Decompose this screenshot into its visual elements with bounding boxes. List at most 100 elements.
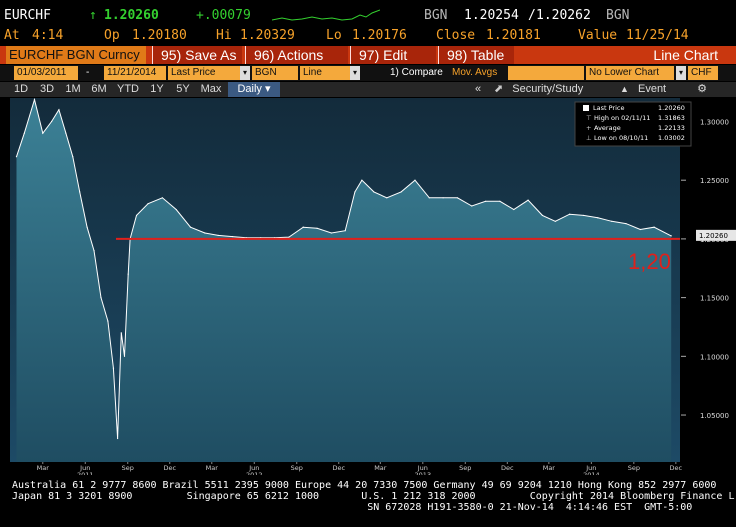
data-point	[58, 109, 60, 111]
data-point	[456, 197, 459, 199]
last-price-tag-text: 1.20260	[699, 232, 728, 240]
currency-field[interactable]: CHF	[688, 66, 718, 80]
y-tick-label: 1.30000	[700, 118, 729, 126]
quote-time: 4:14	[32, 28, 64, 43]
range-1m-button[interactable]: 1M	[62, 82, 84, 97]
price-change: +.00079	[196, 8, 251, 23]
range-6m-button[interactable]: 6M	[88, 82, 110, 97]
x-tick-label: Mar	[543, 464, 556, 472]
y-axis: 1.300001.250001.200001.150001.100001.050…	[681, 118, 729, 420]
range-5y-button[interactable]: 5Y	[172, 82, 194, 97]
actions-menu-button[interactable]: 96) Actions	[245, 46, 348, 64]
data-point	[42, 132, 44, 134]
range-1y-button[interactable]: 1Y	[146, 82, 168, 97]
period-select[interactable]: Daily ▾	[228, 82, 280, 97]
data-point	[123, 355, 126, 357]
chevron-down-icon[interactable]: ▾	[350, 66, 360, 80]
time-label: At	[4, 28, 20, 43]
x-year-label: 2011	[77, 471, 94, 475]
data-point	[414, 179, 416, 181]
x-tick-label: Mar	[206, 464, 219, 472]
chevron-down-icon: ▾	[264, 83, 271, 95]
data-point	[288, 236, 290, 238]
data-point	[513, 208, 515, 211]
period-label: Daily	[237, 83, 262, 95]
event-icon: ▲	[620, 84, 629, 94]
data-point	[120, 332, 122, 334]
data-point	[344, 230, 346, 232]
data-point	[93, 250, 95, 252]
chevron-down-icon[interactable]: ▾	[676, 66, 686, 80]
price-chart[interactable]: 1,20 1.300001.250001.200001.150001.10000…	[0, 98, 736, 475]
table-button[interactable]: 98) Table	[438, 46, 514, 64]
legend-average-value: 1.22133	[658, 124, 685, 132]
data-point	[471, 205, 473, 207]
settings-gear-icon[interactable]: ⚙	[692, 82, 712, 97]
price-field-select[interactable]: Last Price	[168, 66, 240, 80]
end-date-field[interactable]: 11/21/2014	[104, 66, 166, 80]
x-tick-label: Mar	[374, 464, 387, 472]
data-point	[86, 226, 88, 228]
chevron-down-icon[interactable]: ▾	[240, 66, 250, 80]
line-style-select[interactable]: Line	[300, 66, 350, 80]
data-point	[597, 217, 599, 219]
footer-session-line: SN 672028 H191-3580-0 21-Nov-14 4:14:46 …	[12, 502, 693, 513]
legend-high: High on 02/11/11	[594, 114, 650, 122]
close-price: 1.20181	[486, 28, 541, 43]
data-point	[569, 213, 571, 215]
data-point	[373, 191, 375, 193]
x-year-label: 2014	[583, 471, 600, 475]
data-point	[204, 232, 206, 234]
data-point	[316, 227, 318, 229]
edit-menu-button[interactable]: 97) Edit	[350, 46, 436, 64]
data-point	[161, 197, 163, 199]
range-max-button[interactable]: Max	[198, 82, 224, 97]
data-point	[541, 214, 543, 217]
data-point	[625, 223, 627, 225]
y-tick-label: 1.10000	[700, 353, 729, 361]
start-date-field[interactable]: 01/03/2011	[14, 66, 78, 80]
legend-low-marker-icon: ⊥	[586, 134, 592, 142]
value-date: 11/25/14	[626, 28, 689, 43]
data-point	[33, 99, 36, 101]
compare-button[interactable]: 1) Compare	[390, 66, 450, 80]
x-tick-label: Sep	[291, 464, 303, 472]
data-point	[400, 191, 402, 193]
blank-field[interactable]	[508, 66, 584, 80]
save-as-button[interactable]: 95) Save As	[152, 46, 242, 64]
data-point	[15, 156, 18, 158]
low-price: 1.20176	[352, 28, 407, 43]
data-point	[107, 320, 109, 322]
y-tick-label: 1.25000	[700, 177, 729, 185]
quote-details: At 4:14 Op 1.20180 Hi 1.20329 Lo 1.20176…	[0, 28, 736, 44]
footer-phones-line-2: Japan 81 3 3201 8900 Singapore 65 6212 1…	[12, 491, 736, 502]
x-year-label: 2013	[415, 471, 432, 475]
range-ytd-button[interactable]: YTD	[114, 82, 142, 97]
data-point	[485, 200, 487, 202]
legend-average-marker-icon: +	[586, 124, 591, 132]
security-study-button[interactable]: ⬈ Security/Study	[494, 82, 610, 97]
event-button[interactable]: ▲ Event	[620, 82, 682, 97]
date-range-dash: -	[86, 67, 90, 78]
chart-parameters: 01/03/2011 - 11/21/2014 Last Price ▾ BGN…	[0, 65, 736, 81]
legend-low: Low on 08/10/11	[594, 134, 648, 142]
footer: Australia 61 2 9777 8600 Brazil 5511 239…	[0, 480, 736, 513]
collapse-icon[interactable]: «	[470, 82, 486, 97]
data-point	[175, 208, 177, 211]
range-3d-button[interactable]: 3D	[36, 82, 58, 97]
source-field[interactable]: BGN	[252, 66, 298, 80]
data-point	[670, 235, 672, 237]
mov-avgs-button[interactable]: Mov. Avgs	[452, 66, 506, 80]
x-tick-label: Dec	[163, 464, 176, 472]
x-year-label: 2012	[246, 471, 263, 475]
security-ticker-field[interactable]: EURCHF BGN Curncy	[6, 46, 146, 64]
ticker-symbol[interactable]: EURCHF	[4, 8, 51, 24]
data-point	[50, 120, 53, 123]
data-point	[527, 199, 529, 201]
range-1d-button[interactable]: 1D	[10, 82, 32, 97]
data-point	[217, 234, 219, 236]
data-point	[79, 191, 81, 193]
lower-chart-select[interactable]: No Lower Chart	[586, 66, 674, 80]
high-price: 1.20329	[240, 28, 295, 43]
ask-price: 1.20262	[536, 8, 591, 23]
